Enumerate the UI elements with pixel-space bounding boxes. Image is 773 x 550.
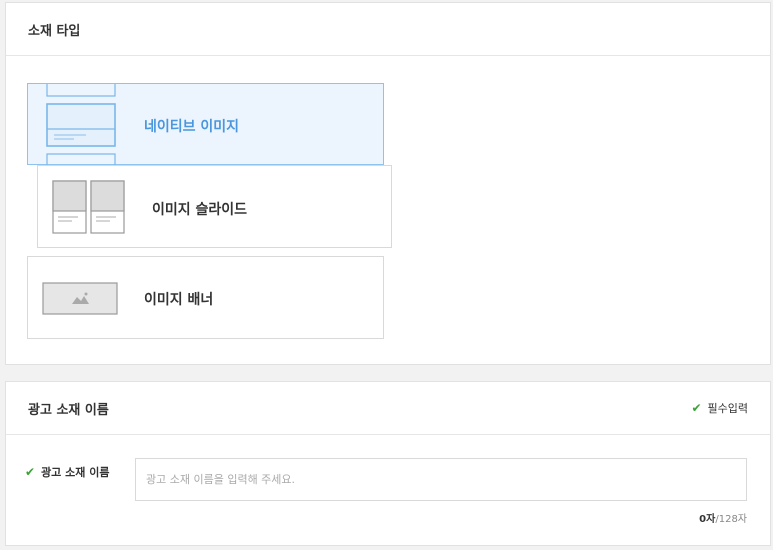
check-icon: ✔ [691,401,702,415]
character-max: /128자 [715,514,747,525]
type-option-label: 네이티브 이미지 [144,119,240,135]
character-count: 0자 [699,514,716,525]
image-slide-icon [52,180,125,234]
material-type-header: 소재 타입 [6,3,770,56]
material-name-header: 광고 소재 이름 ✔ 필수입력 [6,382,770,435]
type-option-native-image[interactable]: 네이티브 이미지 [27,83,384,166]
material-name-input[interactable] [135,458,747,501]
field-label-text: 광고 소재 이름 [41,466,110,479]
type-option-image-slide[interactable]: 이미지 슬라이드 [37,165,392,248]
character-counter: 0자/128자 [699,510,747,525]
image-banner-icon [42,282,118,315]
material-name-title: 광고 소재 이름 [28,402,109,418]
check-icon: ✔ [25,465,36,479]
native-image-icon [46,84,116,166]
required-label: 필수입력 [707,402,748,415]
material-type-title: 소재 타입 [28,23,81,39]
material-name-field-label: ✔ 광고 소재 이름 [25,464,109,480]
type-option-label: 이미지 배너 [144,292,214,308]
type-option-label: 이미지 슬라이드 [152,202,248,218]
type-option-image-banner[interactable]: 이미지 배너 [27,256,384,339]
required-indicator: ✔ 필수입력 [691,400,748,416]
